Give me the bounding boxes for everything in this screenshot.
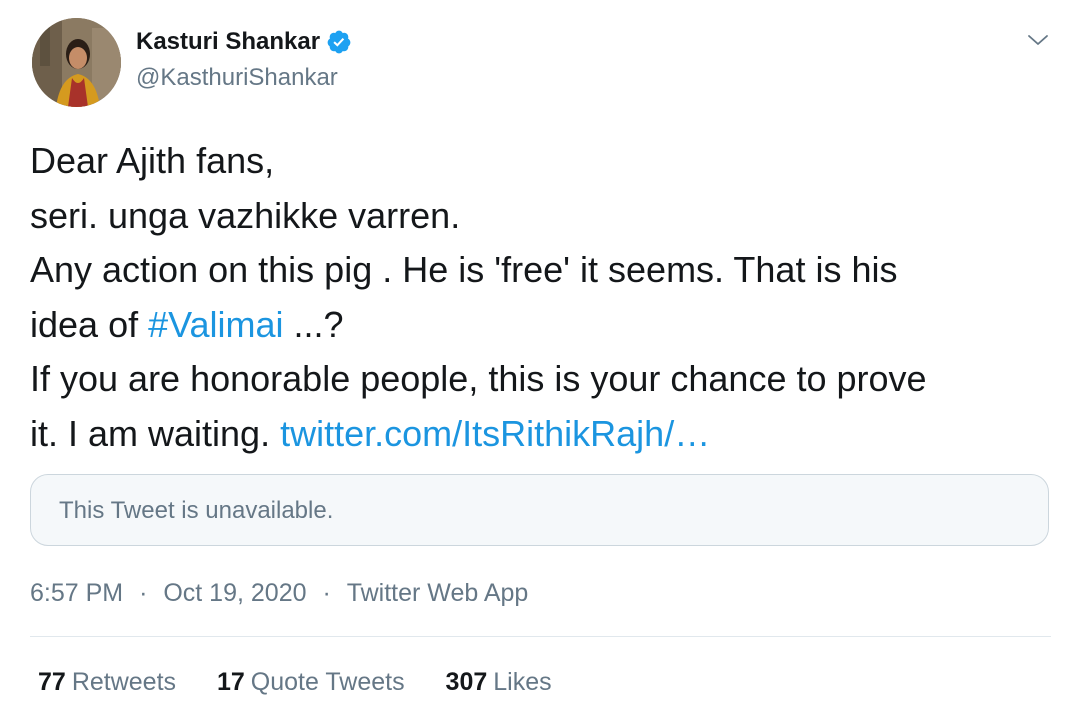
tweet-text-segment: If you are honorable people, this is you… <box>30 358 927 399</box>
quote-tweets-stat[interactable]: 17 Quote Tweets <box>217 665 405 699</box>
tweet-text-line: Any action on this pig . He is 'free' it… <box>30 243 1050 298</box>
chevron-down-icon[interactable] <box>1026 28 1050 52</box>
quoted-tweet-card[interactable]: This Tweet is unavailable. <box>30 474 1049 546</box>
likes-label: Likes <box>493 668 552 696</box>
tweet-text-segment: idea of <box>30 303 149 345</box>
likes-count: 307 <box>445 668 488 696</box>
tweet-text-segment: it. I am waiting. <box>30 412 281 454</box>
tweet-text-line: seri. unga vazhikke varren. <box>30 189 1050 244</box>
verified-badge-icon <box>327 30 351 54</box>
tweet-stats: 77 Retweets 17 Quote Tweets 307 Likes <box>38 665 586 699</box>
tweet-text-segment: Any action on this pig . He is 'free' it… <box>30 249 898 290</box>
separator: · <box>322 579 331 607</box>
quote-tweets-label: Quote Tweets <box>250 668 405 696</box>
tweet-text: Dear Ajith fans, seri. unga vazhikke varr… <box>30 134 1050 461</box>
hashtag-link[interactable]: #Valimai <box>148 304 283 345</box>
url-link[interactable]: twitter.com/ItsRithikRajh/… <box>280 413 710 454</box>
quoted-tweet-unavailable-text: This Tweet is unavailable. <box>59 497 334 524</box>
tweet-text-segment: Dear Ajith fans, <box>30 140 275 181</box>
quote-tweets-count: 17 <box>216 668 245 696</box>
separator: · <box>139 579 148 607</box>
tweet-text-line: If you are honorable people, this is you… <box>30 352 1050 407</box>
retweets-label: Retweets <box>71 668 177 696</box>
tweet-text-segment: seri. unga vazhikke varren. <box>30 194 461 236</box>
likes-stat[interactable]: 307 Likes <box>446 665 552 699</box>
author-name[interactable]: Kasturi Shankar <box>136 26 320 58</box>
tweet-text-segment: ...? <box>283 303 344 345</box>
tweet-text-line: it. I am waiting. twitter.com/ItsRithikR… <box>30 407 1050 462</box>
tweet-text-line: idea of #Valimai ...? <box>30 298 1050 353</box>
retweets-stat[interactable]: 77 Retweets <box>38 665 176 699</box>
author-name-row[interactable]: Kasturi Shankar <box>136 26 352 58</box>
avatar[interactable] <box>32 18 121 107</box>
author-handle[interactable]: @KasthuriShankar <box>136 62 338 94</box>
tweet-time[interactable]: 6:57 PM <box>30 576 123 610</box>
retweets-count: 77 <box>38 668 66 696</box>
tweet-metadata: 6:57 PM · Oct 19, 2020 · Twitter Web App <box>30 576 528 610</box>
tweet-date[interactable]: Oct 19, 2020 <box>163 576 306 610</box>
tweet-source[interactable]: Twitter Web App <box>347 576 529 610</box>
divider <box>30 636 1051 637</box>
tweet-text-line: Dear Ajith fans, <box>30 134 1050 189</box>
profile-photo <box>32 18 121 107</box>
